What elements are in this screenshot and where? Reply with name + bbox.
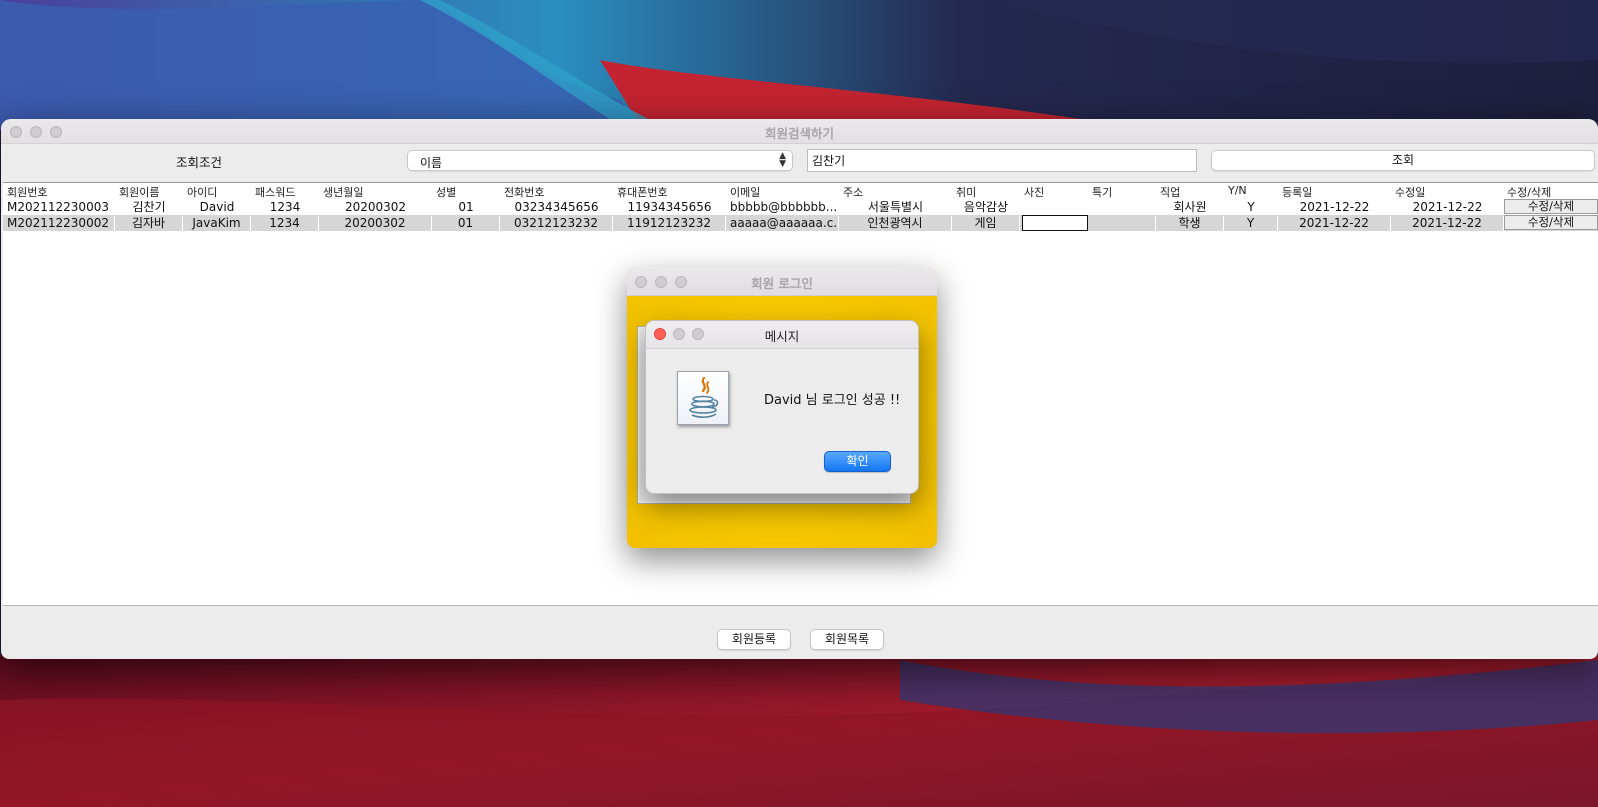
window-title: 회원검색하기 <box>764 126 834 141</box>
cell-user-id: David <box>199 200 235 214</box>
cell-birth: 20200302 <box>319 216 432 231</box>
cell-mobile: 11912123232 <box>613 216 726 231</box>
column-header[interactable]: 성별 <box>436 184 456 200</box>
column-header[interactable]: 수정/삭제 <box>1507 184 1551 200</box>
member-list-button[interactable]: 회원목록 <box>810 629 884 650</box>
updown-chevron-icon: ▲ ▼ <box>779 151 786 169</box>
column-header[interactable]: 패스워드 <box>255 184 295 200</box>
cell-gender: 01 <box>458 200 474 214</box>
cell-photo[interactable] <box>1022 215 1088 231</box>
message-dialog: 메시지 David 님 로그인 성공 !! 확인 <box>645 320 919 494</box>
dialog-titlebar[interactable]: 메시지 <box>646 321 918 349</box>
cell-modified: 2021-12-22 <box>1412 200 1483 214</box>
search-condition-label: 조회조건 <box>176 155 223 170</box>
table-row[interactable]: M202112230002 김자바 JavaKim 1234 20200302 … <box>3 215 1598 231</box>
cell-address: 서울특별시 <box>867 200 924 214</box>
cell-birth: 20200302 <box>344 200 407 214</box>
column-header[interactable]: 회원번호 <box>7 184 47 200</box>
cell-photo[interactable] <box>1020 199 1088 215</box>
cell-registered: 2021-12-22 <box>1278 216 1391 231</box>
edit-delete-button[interactable]: 수정/삭제 <box>1504 215 1598 230</box>
login-titlebar[interactable]: 회원 로그인 <box>627 267 937 296</box>
column-header[interactable]: 주소 <box>843 184 863 200</box>
register-member-button[interactable]: 회원등록 <box>717 629 791 650</box>
cell-hobby: 음악감상 <box>963 200 1009 214</box>
cell-yn: Y <box>1247 200 1255 214</box>
cell-hobby: 게임 <box>952 216 1020 231</box>
cell-yn: Y <box>1224 216 1278 231</box>
edit-delete-button[interactable]: 수정/삭제 <box>1504 199 1598 214</box>
dialog-message: David 님 로그인 성공 !! <box>764 393 901 408</box>
column-header[interactable]: 사진 <box>1024 184 1044 200</box>
search-field-select[interactable]: 이름 ▲ ▼ <box>407 150 793 171</box>
cell-mobile: 11934345656 <box>627 200 712 214</box>
column-header[interactable]: 직업 <box>1160 184 1180 200</box>
cell-address: 인천광역시 <box>839 216 952 231</box>
search-field-selected-value: 이름 <box>420 156 443 170</box>
column-header[interactable]: 등록일 <box>1282 184 1312 200</box>
cell-phone: 03212123232 <box>500 216 613 231</box>
cell-member-name: 김자바 <box>115 216 183 231</box>
column-header[interactable]: 수정일 <box>1395 184 1425 200</box>
table-header: 회원번호 회원이름 아이디 패스워드 생년월일 성별 전화번호 휴대폰번호 이메… <box>3 183 1598 200</box>
main-titlebar[interactable]: 회원검색하기 <box>1 119 1598 144</box>
column-header[interactable]: 이메일 <box>730 184 760 200</box>
java-coffee-icon <box>677 371 729 425</box>
cell-password: 1234 <box>251 216 319 231</box>
column-header[interactable]: 특기 <box>1092 184 1112 200</box>
table-row[interactable]: M202112230003 김찬기 David 1234 20200302 01… <box>3 199 1598 215</box>
ok-button[interactable]: 확인 <box>824 451 891 472</box>
cell-skill <box>1088 216 1156 231</box>
column-header[interactable]: 아이디 <box>187 184 217 200</box>
column-header[interactable]: 휴대폰번호 <box>617 184 668 200</box>
cell-email: bbbbb@bbbbbb... <box>730 200 838 214</box>
query-button[interactable]: 조회 <box>1211 150 1595 171</box>
cell-member-name: 김찬기 <box>132 200 166 214</box>
cell-email: aaaaa@aaaaaa.c... <box>730 216 839 231</box>
cell-job: 학생 <box>1156 216 1224 231</box>
cell-gender: 01 <box>432 216 500 231</box>
login-window-title: 회원 로그인 <box>751 276 813 291</box>
cell-user-id: JavaKim <box>183 216 251 231</box>
cell-member-id: M202112230003 <box>7 200 109 214</box>
column-header[interactable]: 생년월일 <box>323 184 363 200</box>
cell-member-id: M202112230002 <box>7 216 115 231</box>
cell-job: 회사원 <box>1173 200 1207 214</box>
cell-password: 1234 <box>269 200 301 214</box>
column-header[interactable]: Y/N <box>1228 184 1247 197</box>
cell-skill <box>1088 200 1156 215</box>
search-input[interactable] <box>807 149 1197 172</box>
cell-phone: 03234345656 <box>514 200 599 214</box>
column-header[interactable]: 회원이름 <box>119 184 159 200</box>
dialog-title: 메시지 <box>764 329 800 344</box>
column-header[interactable]: 전화번호 <box>504 184 544 200</box>
column-header[interactable]: 취미 <box>956 184 976 200</box>
cell-registered: 2021-12-22 <box>1299 200 1370 214</box>
cell-modified: 2021-12-22 <box>1391 216 1504 231</box>
